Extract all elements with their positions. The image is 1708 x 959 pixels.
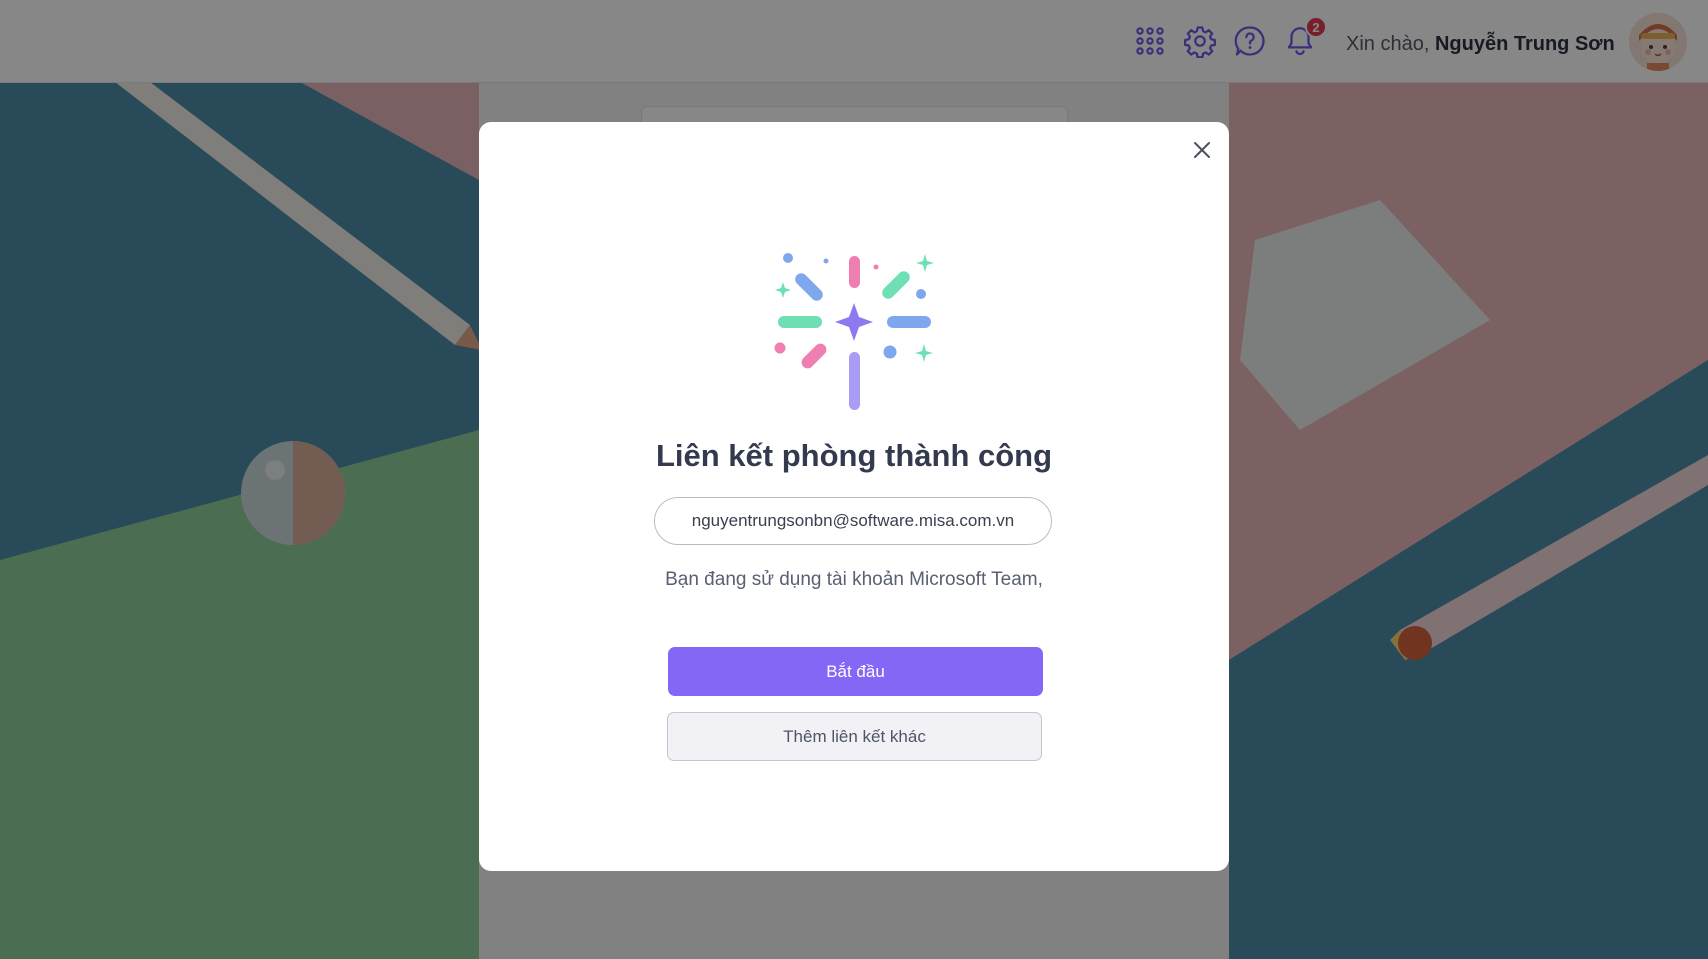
dialog-title: Liên kết phòng thành công bbox=[655, 438, 1053, 473]
account-email: nguyentrungsonbn@software.misa.com.vn bbox=[691, 511, 1015, 530]
close-icon[interactable] bbox=[1188, 136, 1216, 164]
account-email-field: nguyentrungsonbn@software.misa.com.vn bbox=[654, 497, 1052, 545]
account-note: Bạn đang sử dụng tài khoản Microsoft Tea… bbox=[665, 569, 1043, 590]
start-button[interactable]: Bắt đầu bbox=[668, 647, 1043, 696]
celebration-sparkle-icon bbox=[770, 248, 940, 413]
add-another-link-button[interactable]: Thêm liên kết khác bbox=[667, 712, 1042, 761]
